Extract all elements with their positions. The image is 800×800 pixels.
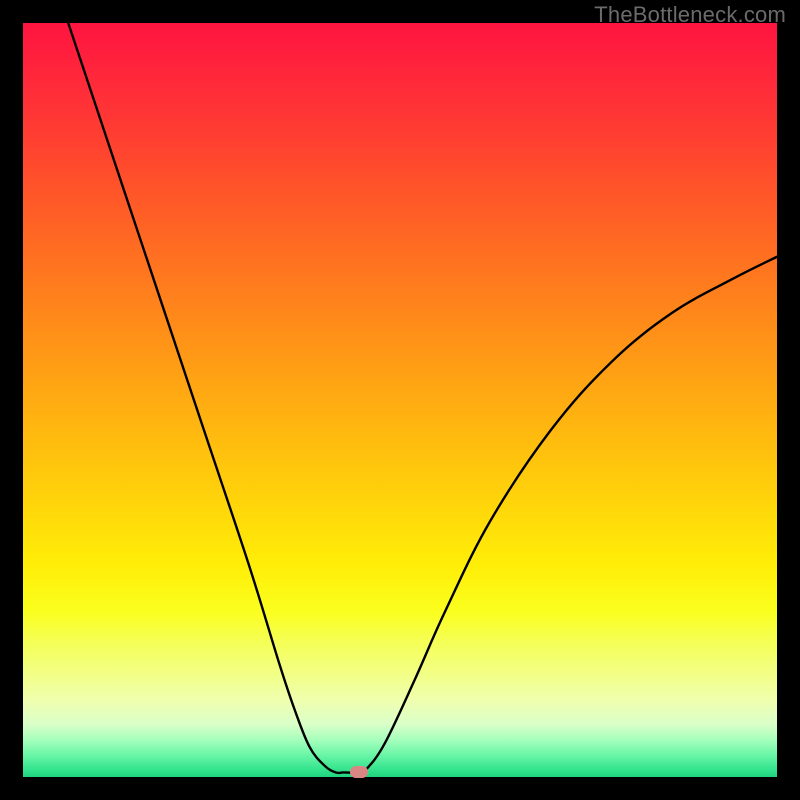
- bottleneck-curve: [23, 23, 777, 777]
- watermark-text: TheBottleneck.com: [594, 2, 786, 28]
- frame: TheBottleneck.com: [0, 0, 800, 800]
- optimum-marker: [350, 766, 368, 778]
- plot-area: [23, 23, 777, 777]
